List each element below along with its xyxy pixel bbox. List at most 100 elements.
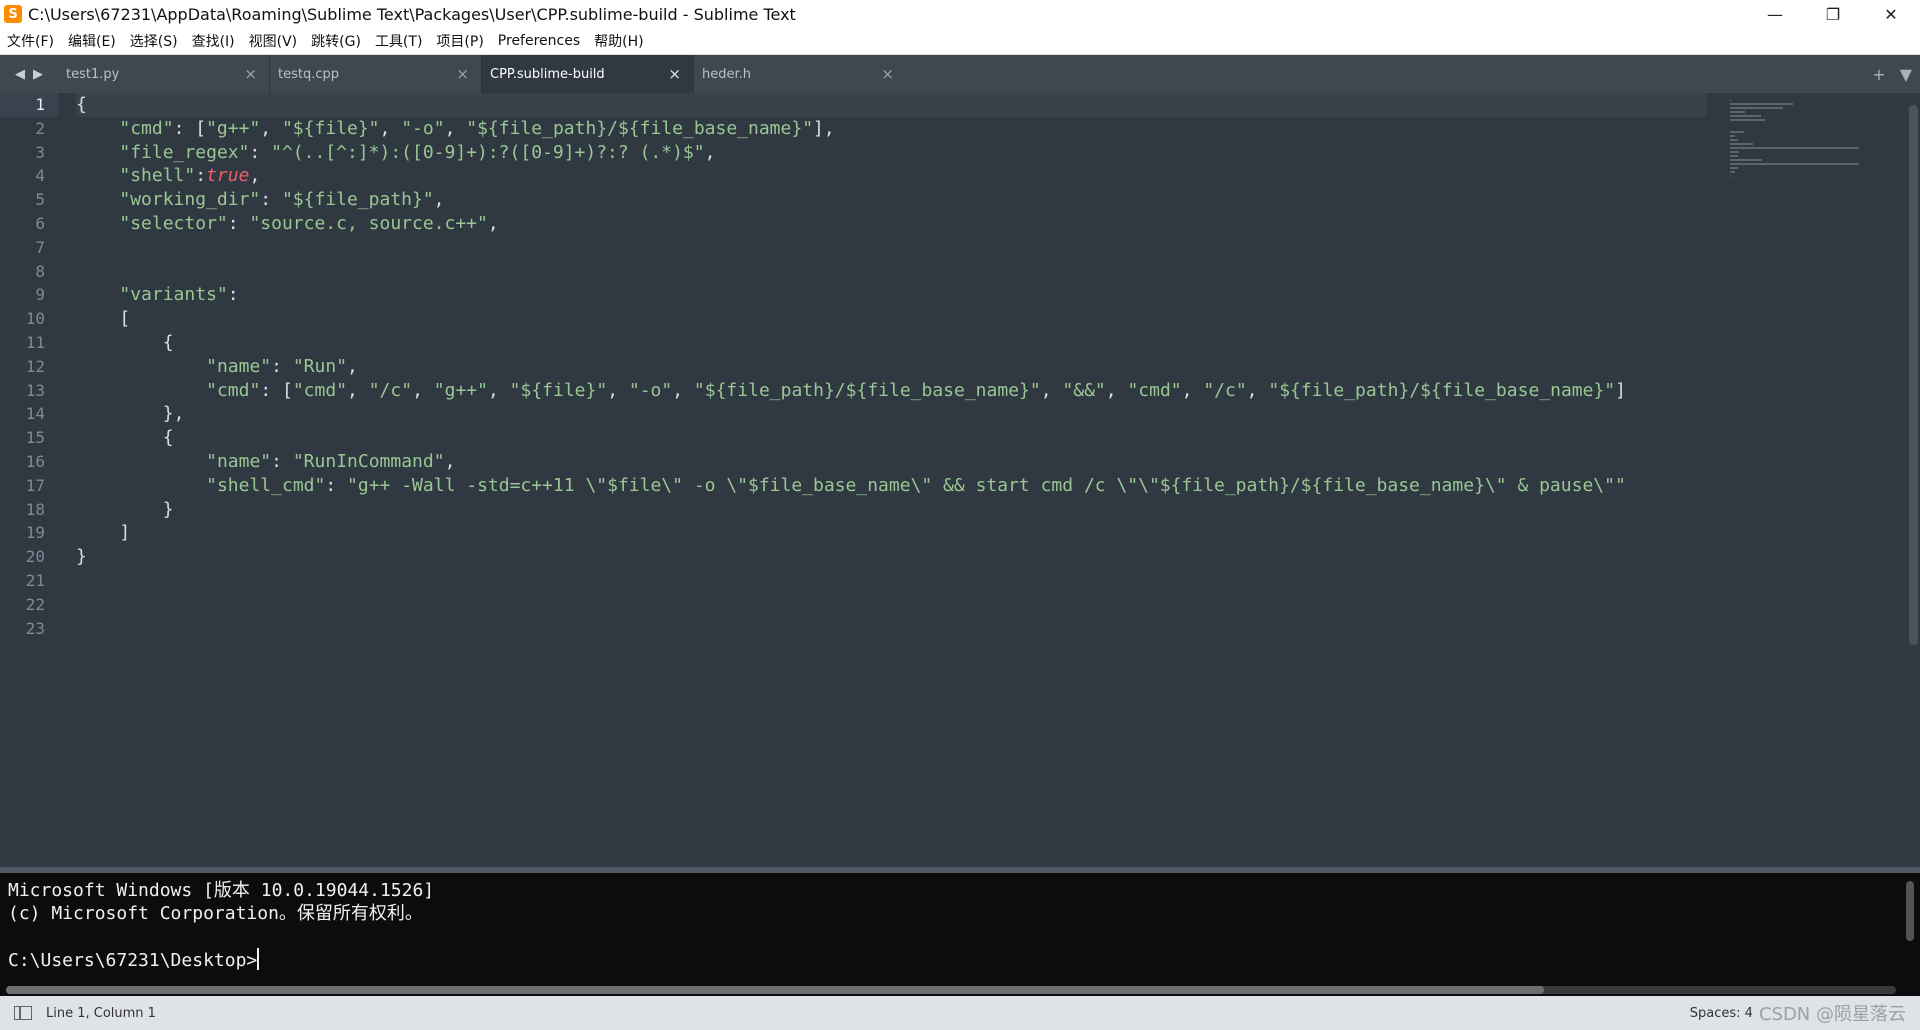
tab-close-icon[interactable]: × [456, 65, 469, 83]
line-number: 16 [25, 451, 45, 471]
line-number: 18 [25, 499, 45, 519]
line-number: 3 [35, 142, 45, 162]
cursor-position[interactable]: Line 1, Column 1 [46, 1006, 156, 1021]
menu-edit[interactable]: 编辑(E) [61, 31, 123, 51]
line-number: 19 [25, 523, 45, 543]
code-line[interactable]: { [76, 331, 1706, 355]
tab-close-icon[interactable]: × [244, 65, 257, 83]
terminal-vertical-scrollbar[interactable] [1906, 881, 1914, 941]
code-line[interactable]: "shell":true, [76, 164, 1706, 188]
line-number: 9 [35, 285, 45, 305]
minimap-line [1730, 111, 1746, 113]
code-line[interactable] [76, 236, 1706, 260]
code-line[interactable]: [ [76, 307, 1706, 331]
menu-project[interactable]: 项目(P) [429, 31, 490, 51]
code-line[interactable]: { [76, 93, 1706, 117]
minimap-line [1730, 171, 1735, 173]
menu-tools[interactable]: 工具(T) [368, 31, 429, 51]
minimap[interactable] [1730, 99, 1900, 177]
menu-selection[interactable]: 选择(S) [123, 31, 185, 51]
tab-test1-py[interactable]: test1.py × [58, 55, 270, 93]
sublime-logo-icon: S [4, 5, 22, 23]
code-editor[interactable]: 1 2 3 4 5 6 7 8 9 10 11 12 13 14 15 16 17 18 19 20 21 22 23 { … [0, 93, 1920, 865]
code-line[interactable] [76, 569, 1706, 593]
code-line[interactable]: "name": "Run", [76, 355, 1706, 379]
line-number: 15 [25, 428, 45, 448]
tab-close-icon[interactable]: × [668, 65, 681, 83]
code-area[interactable]: { "cmd": ["g++", "${file}", "-o", "${fil… [76, 93, 1706, 865]
new-tab-plus-icon[interactable]: + [1872, 65, 1885, 84]
code-line[interactable]: "variants": [76, 283, 1706, 307]
window-title: C:\Users\67231\AppData\Roaming\Sublime T… [28, 4, 796, 24]
text-cursor [257, 948, 260, 970]
minimap-line [1730, 131, 1744, 133]
tab-label: test1.py [66, 66, 120, 82]
terminal-line: (c) Microsoft Corporation。保留所有权利。 [8, 903, 423, 924]
menu-preferences[interactable]: Preferences [491, 33, 587, 49]
code-line[interactable]: "name": "RunInCommand", [76, 450, 1706, 474]
line-number: 8 [35, 261, 45, 281]
menu-goto[interactable]: 跳转(G) [304, 31, 368, 51]
line-number: 23 [25, 618, 45, 638]
indentation-setting[interactable]: Spaces: 4 [1690, 1006, 1753, 1021]
line-number: 22 [25, 594, 45, 614]
code-line[interactable]: "file_regex": "^(..[^:]*):([0-9]+):?([0-… [76, 141, 1706, 165]
code-line[interactable] [76, 260, 1706, 284]
code-line[interactable]: "cmd": ["cmd", "/c", "g++", "${file}", "… [76, 379, 1706, 403]
code-line[interactable]: ] [76, 521, 1706, 545]
minimize-button[interactable]: — [1746, 0, 1804, 28]
line-number: 12 [25, 356, 45, 376]
code-line[interactable]: "cmd": ["g++", "${file}", "-o", "${file_… [76, 117, 1706, 141]
line-number: 21 [25, 570, 45, 590]
minimap-line [1730, 151, 1739, 153]
code-line[interactable]: { [76, 426, 1706, 450]
tab-heder-h[interactable]: heder.h × [694, 55, 906, 93]
minimap-line [1730, 175, 1731, 177]
code-line[interactable]: "selector": "source.c, source.c++", [76, 212, 1706, 236]
status-right: Spaces: 4 CSDN @陨星落云 [1690, 996, 1906, 1030]
restore-button[interactable]: ❐ [1804, 0, 1862, 28]
tab-left-arrow-icon[interactable]: ◀ [15, 67, 25, 82]
minimap-line [1730, 103, 1793, 105]
line-number: 4 [35, 166, 45, 186]
line-number: 11 [25, 332, 45, 352]
line-number: 6 [35, 213, 45, 233]
menu-bar: 文件(F) 编辑(E) 选择(S) 查找(I) 视图(V) 跳转(G) 工具(T… [0, 28, 1920, 55]
code-line[interactable]: "shell_cmd": "g++ -Wall -std=c++11 \"$fi… [76, 474, 1706, 498]
scrollbar-thumb[interactable] [1909, 105, 1918, 645]
editor-vertical-scrollbar[interactable] [1906, 93, 1920, 865]
tab-list-dropdown-icon[interactable]: ▼ [1900, 65, 1912, 84]
code-line[interactable] [76, 593, 1706, 617]
minimap-line [1730, 167, 1739, 169]
close-button[interactable]: ✕ [1862, 0, 1920, 28]
menu-find[interactable]: 查找(I) [185, 31, 242, 51]
line-number: 14 [25, 404, 45, 424]
menu-view[interactable]: 视图(V) [242, 31, 305, 51]
terminal-horizontal-scrollbar[interactable] [6, 986, 1896, 994]
terminal-line: Microsoft Windows [版本 10.0.19044.1526] [8, 880, 435, 901]
menu-help[interactable]: 帮助(H) [587, 31, 650, 51]
line-number: 5 [35, 190, 45, 210]
tab-nav: ◀ ▶ [0, 55, 58, 93]
terminal-prompt: C:\Users\67231\Desktop> [8, 950, 258, 971]
line-number: 13 [25, 380, 45, 400]
tab-bar: ◀ ▶ test1.py × testq.cpp × CPP.sublime-b… [0, 55, 1920, 93]
terminal-prompt-line[interactable]: C:\Users\67231\Desktop> [0, 948, 1920, 971]
line-number: 17 [25, 475, 45, 495]
scrollbar-thumb[interactable] [6, 986, 1544, 994]
code-line[interactable]: "working_dir": "${file_path}", [76, 188, 1706, 212]
code-line[interactable]: } [76, 498, 1706, 522]
tab-testq-cpp[interactable]: testq.cpp × [270, 55, 482, 93]
code-line[interactable] [76, 617, 1706, 641]
panel-toggle-icon[interactable] [14, 1006, 32, 1020]
line-number: 1 [0, 93, 58, 117]
menu-file[interactable]: 文件(F) [0, 31, 61, 51]
code-line[interactable]: }, [76, 402, 1706, 426]
tab-cpp-sublime-build[interactable]: CPP.sublime-build × [482, 55, 694, 93]
minimap-line [1730, 147, 1859, 149]
minimap-line [1730, 99, 1731, 101]
tab-right-arrow-icon[interactable]: ▶ [33, 67, 43, 82]
code-line[interactable]: } [76, 545, 1706, 569]
tab-close-icon[interactable]: × [881, 65, 894, 83]
terminal-panel[interactable]: Microsoft Windows [版本 10.0.19044.1526] (… [0, 867, 1920, 998]
